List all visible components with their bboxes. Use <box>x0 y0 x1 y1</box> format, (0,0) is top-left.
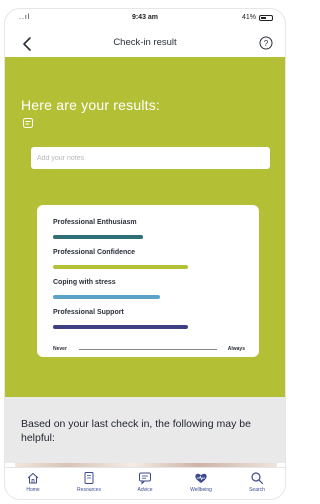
result-bar-coping <box>53 295 160 299</box>
notes-input[interactable] <box>31 147 270 169</box>
scale-line <box>79 349 217 350</box>
tab-search[interactable]: Search <box>231 471 283 493</box>
home-icon <box>27 473 39 484</box>
result-label-support: Professional Support <box>53 309 124 316</box>
chat-icon <box>139 472 151 485</box>
tab-wellbeing[interactable]: Wellbeing <box>175 471 227 493</box>
notes-icon <box>23 118 33 128</box>
status-right: 41% <box>242 14 273 21</box>
result-bar-confidence <box>53 265 188 269</box>
header: Check-in result ? <box>5 33 285 55</box>
heart-icon <box>195 473 207 483</box>
results-section: Here are your results: Professional Enth… <box>5 57 285 397</box>
helpful-section: Based on your last check in, the followi… <box>5 397 285 463</box>
page-title: Check-in result <box>113 37 177 48</box>
tab-label-home: Home <box>26 487 40 493</box>
scale-max-label: Always <box>227 346 245 352</box>
tab-label-search: Search <box>249 487 265 493</box>
tab-label-resources: Resources <box>77 487 101 493</box>
tab-advice[interactable]: Advice <box>119 471 171 493</box>
results-heading: Here are your results: <box>21 97 161 113</box>
result-bar-support <box>53 325 188 329</box>
phone-screen: ..ıl 9:43 am 41% Check-in result ? Here … <box>4 8 286 500</box>
helpful-text: Based on your last check in, the followi… <box>21 418 251 444</box>
tab-resources[interactable]: Resources <box>63 471 115 493</box>
book-icon <box>84 472 94 484</box>
status-bar: ..ıl 9:43 am 41% <box>5 9 285 27</box>
tab-home[interactable]: Home <box>7 471 59 493</box>
result-label-confidence: Professional Confidence <box>53 249 136 256</box>
tab-label-advice: Advice <box>137 487 153 493</box>
scale-min-label: Never <box>53 346 67 352</box>
tab-label-wellbeing: Wellbeing <box>190 487 212 493</box>
search-icon <box>251 472 264 485</box>
result-label-enthusiasm: Professional Enthusiasm <box>53 219 137 226</box>
help-button[interactable]: ? <box>259 36 273 50</box>
battery-icon <box>259 14 273 21</box>
tab-bar: Home Resources Advice Wellbeing Search <box>5 467 285 499</box>
result-bar-enthusiasm <box>53 235 143 239</box>
battery-percent: 41% <box>241 14 256 21</box>
result-label-coping: Coping with stress <box>53 279 116 286</box>
svg-text:?: ? <box>264 39 269 48</box>
results-card: Professional Enthusiasm Professional Con… <box>37 205 259 357</box>
